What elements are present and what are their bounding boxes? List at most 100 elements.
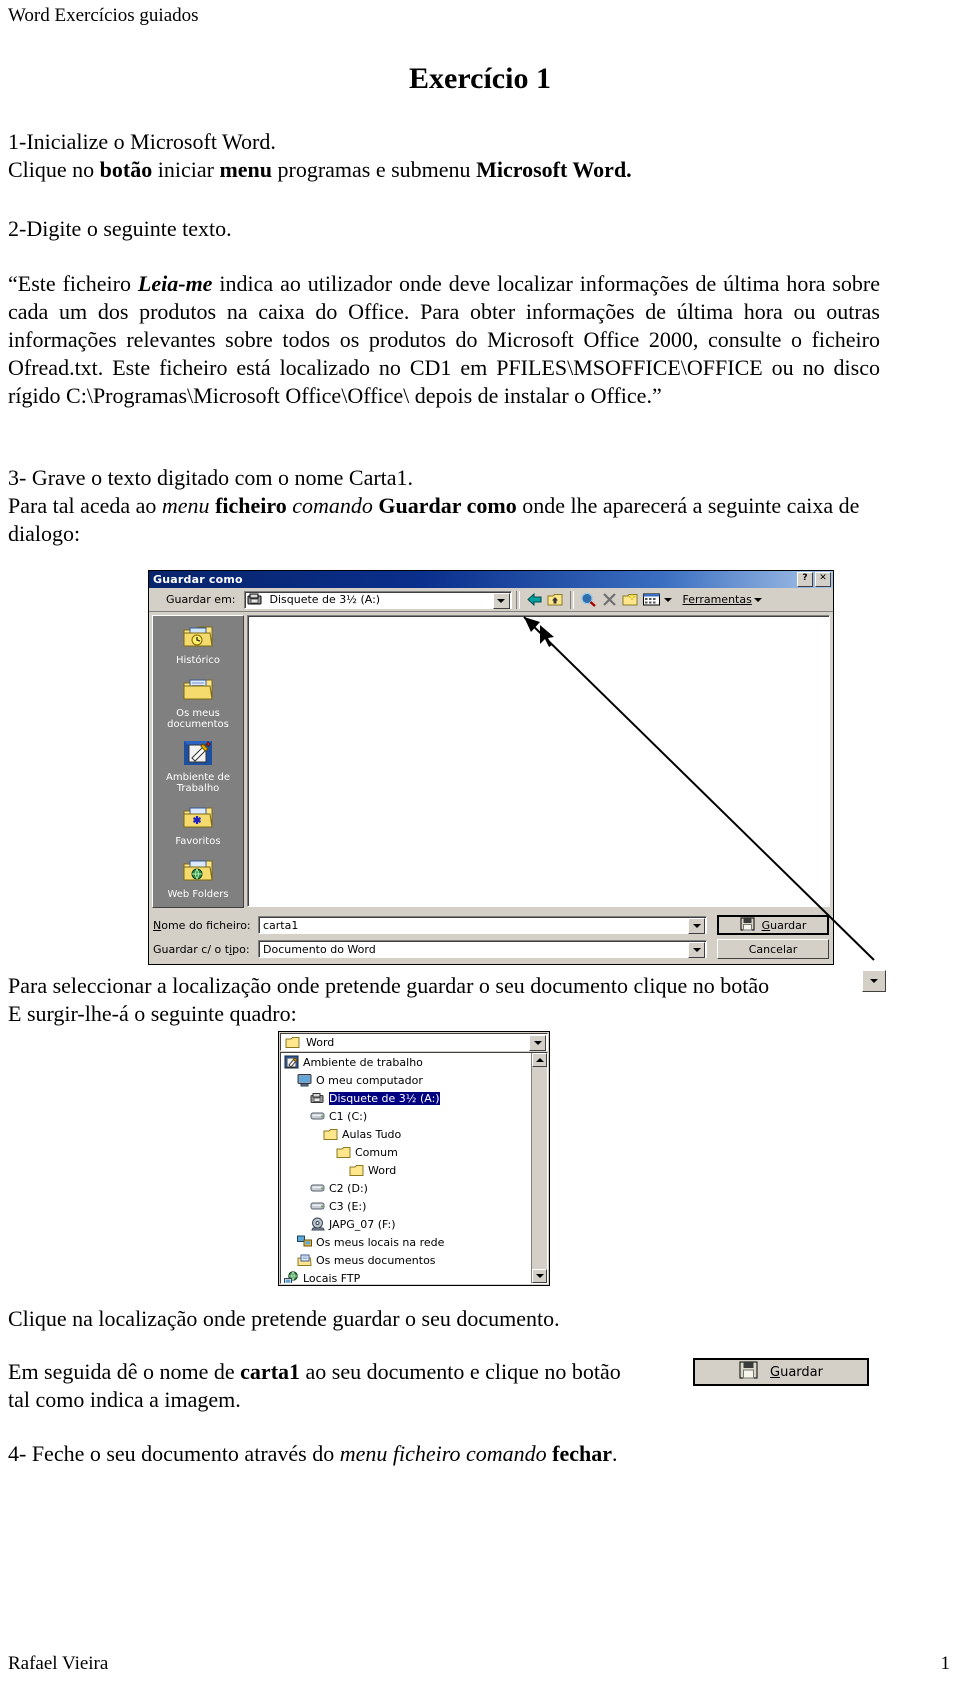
- my-documents-folder-icon: [156, 675, 240, 706]
- toolbar-separator-2: [569, 590, 574, 609]
- tree-node-label: C3 (E:): [329, 1199, 367, 1213]
- location-tree-popup[interactable]: Word Ambiente de trabalho O meu computado…: [278, 1031, 550, 1286]
- tree-node[interactable]: O meu computador: [281, 1071, 547, 1089]
- running-header: Word Exercícios guiados: [8, 5, 199, 26]
- close-menu: menu: [339, 1441, 388, 1466]
- tree-node-label: Os meus documentos: [316, 1253, 436, 1267]
- harddrive-icon: [310, 1110, 325, 1122]
- filetype-select[interactable]: Documento do Word: [258, 940, 707, 958]
- chevron-down-icon[interactable]: [492, 592, 510, 609]
- tree-node-container: Ambiente de trabalho O meu computador Disq…: [281, 1053, 547, 1284]
- quote-open: “Este ficheiro: [8, 271, 138, 296]
- step1-line2-d: menu: [219, 157, 272, 182]
- tree-node[interactable]: Ambiente de trabalho: [281, 1053, 547, 1071]
- close-ficheiro: ficheiro: [392, 1441, 461, 1466]
- web-folders-icon: [156, 856, 240, 887]
- filename-label-rest: ome do ficheiro:: [161, 918, 251, 932]
- save-in-combo[interactable]: Disquete de 3½ (A:): [243, 590, 512, 609]
- name-a: Em seguida dê o nome de: [8, 1359, 241, 1384]
- places-bar: Histórico Os meus documentos Ambiente de…: [152, 615, 244, 908]
- views-icon[interactable]: [641, 590, 662, 609]
- tree-node-label: Locais FTP: [303, 1271, 361, 1284]
- save-in-label-text: Guardar em:: [166, 593, 236, 606]
- filename-input[interactable]: carta1: [258, 916, 707, 934]
- chevron-down-icon[interactable]: [688, 942, 705, 958]
- computer-icon: [297, 1073, 312, 1087]
- tree-scrollbar[interactable]: [531, 1053, 547, 1283]
- paragraph-select-location: Para seleccionar a localização onde pret…: [8, 972, 880, 1028]
- scroll-up-button[interactable]: [532, 1053, 547, 1067]
- dropdown-button-image[interactable]: [862, 970, 886, 992]
- tree-node[interactable]: JAPG_07 (F:): [281, 1215, 547, 1233]
- tree-node[interactable]: C3 (E:): [281, 1197, 547, 1215]
- filename-row: Nome do ficheiro: carta1 Guardar: [153, 915, 829, 935]
- close-a: 4- Feche o seu documento através do: [8, 1441, 340, 1466]
- floppy-icon: [245, 590, 266, 609]
- dialog-bottom: Nome do ficheiro: carta1 Guardar Guardar…: [149, 915, 833, 964]
- close-icon[interactable]: ✕: [815, 572, 831, 587]
- tree-node[interactable]: C2 (D:): [281, 1179, 547, 1197]
- step1-line2-f: Microsoft Word.: [476, 157, 632, 182]
- tree-node[interactable]: C1 (C:): [281, 1107, 547, 1125]
- guardar-button-image[interactable]: Guardar: [693, 1358, 869, 1386]
- floppy-icon: [310, 1092, 325, 1105]
- search-web-icon[interactable]: [578, 590, 599, 609]
- step3-guardar-como: Guardar como: [378, 493, 517, 518]
- tree-node-label: Ambiente de trabalho: [303, 1055, 423, 1069]
- paragraph-name-document: Em seguida dê o nome de carta1 ao seu do…: [8, 1358, 698, 1414]
- place-label: Ambiente de Trabalho: [166, 772, 230, 794]
- tree-current-selection[interactable]: Word: [280, 1033, 548, 1051]
- tree-node[interactable]: Locais FTP: [281, 1269, 547, 1284]
- chevron-down-icon[interactable]: [529, 1035, 546, 1051]
- place-os-meus-documentos[interactable]: Os meus documentos: [156, 673, 240, 733]
- scroll-down-button[interactable]: [532, 1269, 547, 1283]
- tools-menu[interactable]: Ferramentas: [683, 593, 752, 606]
- step3-a: Para tal aceda ao: [8, 493, 162, 518]
- file-list-pane[interactable]: [247, 615, 830, 907]
- tools-dropdown-icon[interactable]: [752, 590, 765, 609]
- step1-line1: 1-Inicialize o Microsoft Word.: [8, 129, 276, 154]
- close-dot: .: [612, 1441, 618, 1466]
- paragraph-step-2: 2-Digite o seguinte texto.: [8, 215, 880, 243]
- filename-value: carta1: [263, 918, 299, 932]
- tree-node[interactable]: Comum: [281, 1143, 547, 1161]
- save-in-label: Guardar em:: [166, 593, 236, 606]
- tree-list[interactable]: Ambiente de trabalho O meu computador Disq…: [280, 1052, 548, 1284]
- name-carta1: carta1: [240, 1359, 301, 1384]
- delete-icon[interactable]: [599, 590, 620, 609]
- back-icon[interactable]: [524, 590, 545, 609]
- paragraph-step-1: 1-Inicialize o Microsoft Word. Clique no…: [8, 128, 880, 184]
- favorites-folder-icon: [156, 803, 240, 834]
- save-button[interactable]: Guardar: [717, 915, 829, 935]
- save-disk-icon: [739, 1361, 758, 1383]
- help-icon[interactable]: ?: [797, 572, 813, 587]
- place-favoritos[interactable]: Favoritos: [156, 801, 240, 850]
- place-label: Favoritos: [175, 836, 221, 847]
- tree-node-label: Word: [368, 1163, 397, 1177]
- toolbar-separator: [515, 590, 520, 609]
- tree-node[interactable]: Aulas Tudo: [281, 1125, 547, 1143]
- place-historico[interactable]: Histórico: [156, 620, 240, 669]
- new-folder-icon[interactable]: [620, 590, 641, 609]
- tree-node[interactable]: Os meus documentos: [281, 1251, 547, 1269]
- name-c: ao seu documento e clique no botão: [300, 1359, 621, 1384]
- views-dropdown-icon[interactable]: [662, 590, 675, 609]
- history-folder-icon: [156, 622, 240, 653]
- up-one-level-icon[interactable]: [545, 590, 566, 609]
- paragraph-step-3: 3- Grave o texto digitado com o nome Car…: [8, 464, 880, 548]
- cancel-button[interactable]: Cancelar: [717, 939, 829, 959]
- place-label: Histórico: [175, 655, 221, 666]
- chevron-down-icon[interactable]: [688, 918, 705, 934]
- desktop-icon: [284, 1055, 299, 1069]
- tree-current-value: Word: [306, 1035, 335, 1049]
- place-web-folders[interactable]: Web Folders: [156, 854, 240, 903]
- place-ambiente-de-trabalho[interactable]: Ambiente de Trabalho: [156, 737, 240, 797]
- tree-node[interactable]: Os meus locais na rede: [281, 1233, 547, 1251]
- step3-line1: 3- Grave o texto digitado com o nome Car…: [8, 465, 414, 490]
- ftp-icon: [284, 1271, 299, 1283]
- tree-node[interactable]: Word: [281, 1161, 547, 1179]
- tree-node[interactable]: Disquete de 3½ (A:): [281, 1089, 547, 1107]
- folder-icon: [336, 1146, 351, 1159]
- save-as-dialog[interactable]: Guardar como ? ✕ Guardar em: Disquete de…: [148, 570, 834, 965]
- footer-author: Rafael Vieira: [8, 1653, 109, 1674]
